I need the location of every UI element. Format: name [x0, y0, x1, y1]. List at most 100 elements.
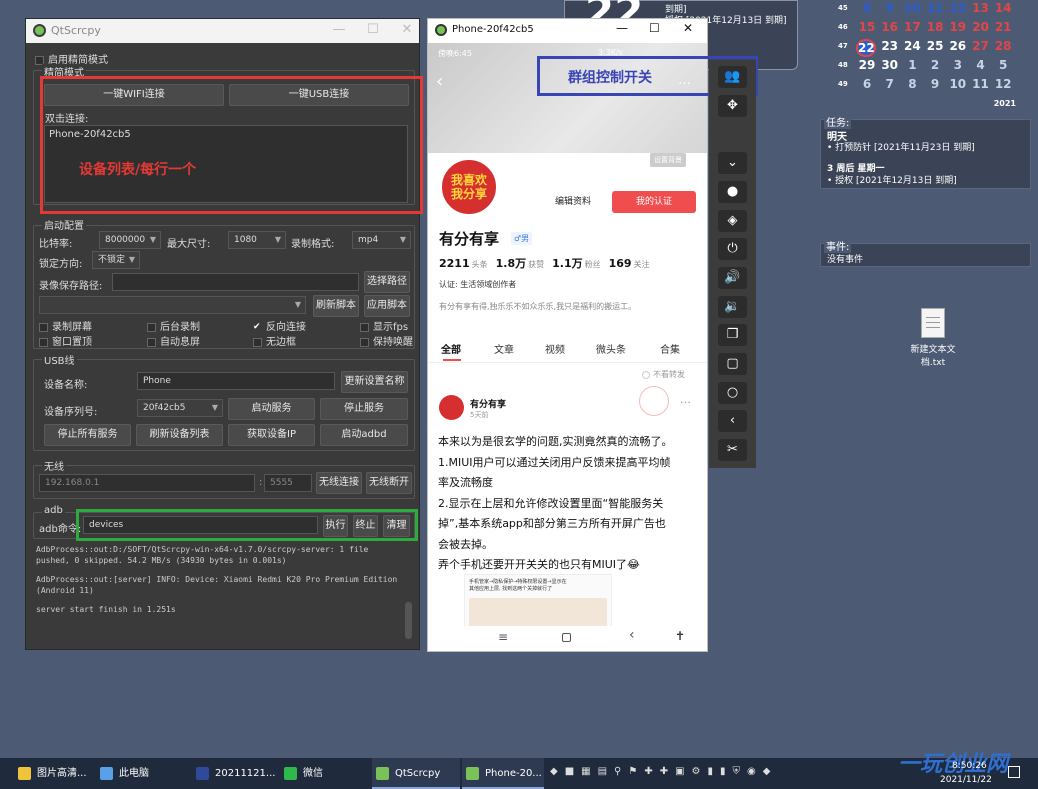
recpath-input[interactable] [112, 273, 359, 291]
square-icon[interactable]: ▢ [718, 353, 747, 375]
taskbar-item[interactable]: Phone-20... [462, 758, 544, 789]
calendar-day[interactable]: 7 [879, 77, 901, 91]
profile-tab[interactable]: 微头条 [596, 341, 626, 356]
start-adbd-button[interactable]: 启动adbd [320, 424, 408, 446]
option-checkbox[interactable]: 保持唤醒 [360, 333, 413, 348]
desktop-file[interactable]: 新建文本文 档.txt [898, 308, 968, 370]
wireless-disconnect-button[interactable]: 无线断开 [366, 472, 412, 494]
taskbar-item[interactable]: 微信 [280, 758, 368, 789]
refresh-script-button[interactable]: 刷新脚本 [313, 295, 359, 317]
calendar-day[interactable]: 5 [992, 58, 1014, 72]
wireless-connect-button[interactable]: 无线连接 [316, 472, 362, 494]
calendar-day[interactable]: 8 [856, 1, 878, 15]
calendar-day[interactable]: 3 [947, 58, 969, 72]
calendar-day[interactable]: 12 [992, 77, 1014, 91]
stat-item[interactable]: 1.1万 粉丝 [552, 257, 601, 270]
post-author[interactable]: 有分有享 [470, 397, 506, 410]
script-select[interactable]: ▼ [39, 296, 306, 314]
option-checkbox[interactable]: 录制屏幕 [39, 318, 92, 333]
calendar-day[interactable]: 23 [879, 39, 901, 53]
clock-date[interactable]: 2021/11/22 [940, 775, 992, 785]
calendar-day[interactable]: 8 [901, 77, 923, 91]
calendar-day[interactable]: 2 [924, 58, 946, 72]
option-checkbox[interactable]: 显示fps [360, 318, 408, 333]
calendar-day[interactable]: 4 [970, 58, 992, 72]
calendar-day[interactable]: 18 [924, 20, 946, 34]
calendar-day[interactable]: 27 [970, 39, 992, 53]
close-icon[interactable]: ✕ [399, 22, 415, 37]
profile-tab[interactable]: 全部 [441, 341, 461, 356]
verify-button[interactable]: 我的认证 [612, 191, 696, 213]
calendar-day[interactable]: 14 [992, 1, 1014, 15]
maximize-icon[interactable]: ☐ [365, 22, 381, 37]
stop-service-button[interactable]: 停止服务 [320, 398, 408, 420]
taskbar-item[interactable]: 20211121... [192, 758, 275, 789]
calendar-day[interactable]: 9 [924, 77, 946, 91]
phone-titlebar[interactable]: Phone-20f42cb5 — ☐ ✕ [428, 19, 707, 43]
lockdir-select[interactable]: 不锁定 ▼ [92, 251, 140, 269]
maxsize-select[interactable]: 1080 ▼ [228, 231, 286, 249]
calendar-day[interactable]: 26 [947, 39, 969, 53]
calendar-day[interactable]: 10 [947, 77, 969, 91]
choose-path-button[interactable]: 选择路径 [364, 271, 410, 293]
back-arrow-icon[interactable]: ‹ [436, 71, 443, 92]
option-checkbox[interactable]: 自动息屏 [147, 333, 200, 348]
volume-down-icon[interactable]: 🔉 [718, 296, 747, 318]
calendar-day[interactable]: 13 [970, 1, 992, 15]
notification-icon[interactable] [1008, 766, 1020, 778]
calendar-day[interactable]: 15 [856, 20, 878, 34]
nav-menu-icon[interactable]: ≡ [498, 630, 508, 644]
phone-screen[interactable]: 傍晚6:45 3.3K/s ‹ … 设置背景 我喜欢 我分享 编辑资料 我的认证… [428, 43, 707, 651]
clock-time[interactable]: 8:50:26 [952, 761, 987, 771]
calendar-day[interactable]: 19 [947, 20, 969, 34]
profile-tab[interactable]: 视频 [545, 341, 565, 356]
calendar-day[interactable]: 21 [992, 20, 1014, 34]
profile-tab[interactable]: 文章 [494, 341, 514, 356]
devname-input[interactable]: Phone [137, 372, 335, 390]
update-name-button[interactable]: 更新设置名称 [341, 371, 408, 393]
post-body[interactable]: 本来以为是很玄学的问题,实测竟然真的流畅了。 1.MIUI用户可以通过关闭用户反馈… [438, 432, 700, 576]
calendar-day[interactable]: 17 [901, 20, 923, 34]
serial-select[interactable]: 20f42cb5 ▼ [137, 399, 223, 417]
minimize-icon[interactable]: — [331, 22, 347, 37]
calendar-day[interactable]: 9 [879, 1, 901, 15]
taskbar-item[interactable]: QtScrcpy [372, 758, 460, 789]
log-scrollbar[interactable] [405, 602, 412, 639]
profile-tab[interactable]: 合集 [660, 341, 680, 356]
option-checkbox[interactable]: ✔ 反向连接 [253, 318, 306, 333]
log-output[interactable]: AdbProcess::out:D:/SOFT/QtScrcpy-win-x64… [36, 544, 414, 639]
recfmt-select[interactable]: mp4 ▼ [352, 231, 411, 249]
start-service-button[interactable]: 启动服务 [228, 398, 315, 420]
post-avatar[interactable] [439, 395, 464, 420]
screen-off-icon[interactable]: ● [718, 181, 747, 203]
calendar-day[interactable]: 28 [992, 39, 1014, 53]
nav-accessibility-icon[interactable]: ✝ [675, 629, 685, 643]
stat-item[interactable]: 169 关注 [609, 257, 650, 270]
volume-up-icon[interactable]: 🔊 [718, 267, 747, 289]
calendar-day[interactable]: 30 [879, 58, 901, 72]
eye-off-icon[interactable]: ◈ [718, 210, 747, 232]
nav-back-icon[interactable]: ‹ [629, 627, 635, 643]
back-icon[interactable]: ‹ [718, 410, 747, 432]
collapse-icon[interactable]: ⌄ [718, 152, 747, 174]
calendar-day[interactable]: 11 [970, 77, 992, 91]
phone-close-icon[interactable]: ✕ [683, 21, 693, 35]
edit-profile-button[interactable]: 编辑资料 [543, 192, 603, 212]
calendar-day[interactable]: 20 [970, 20, 992, 34]
calendar-day[interactable]: 11 [924, 1, 946, 15]
option-checkbox[interactable]: 窗口置顶 [39, 333, 92, 348]
stop-all-button[interactable]: 停止所有服务 [44, 424, 131, 446]
calendar-day[interactable]: 6 [856, 77, 878, 91]
stat-item[interactable]: 1.8万 获赞 [496, 257, 545, 270]
qt-titlebar[interactable]: QtScrcpy — ☐ ✕ [26, 19, 419, 43]
scissors-icon[interactable]: ✂ [718, 439, 747, 461]
home-circle-icon[interactable]: ○ [718, 382, 747, 404]
bitrate-select[interactable]: 8000000 ▼ [99, 231, 161, 249]
calendar-day[interactable]: 25 [924, 39, 946, 53]
option-checkbox[interactable]: 无边框 [253, 333, 296, 348]
post-more-icon[interactable]: … [680, 393, 691, 406]
calendar-day[interactable]: 1 [901, 58, 923, 72]
calendar-day[interactable]: 24 [901, 39, 923, 53]
calendar-day[interactable]: 22 [856, 39, 876, 57]
calendar-day[interactable]: 16 [879, 20, 901, 34]
